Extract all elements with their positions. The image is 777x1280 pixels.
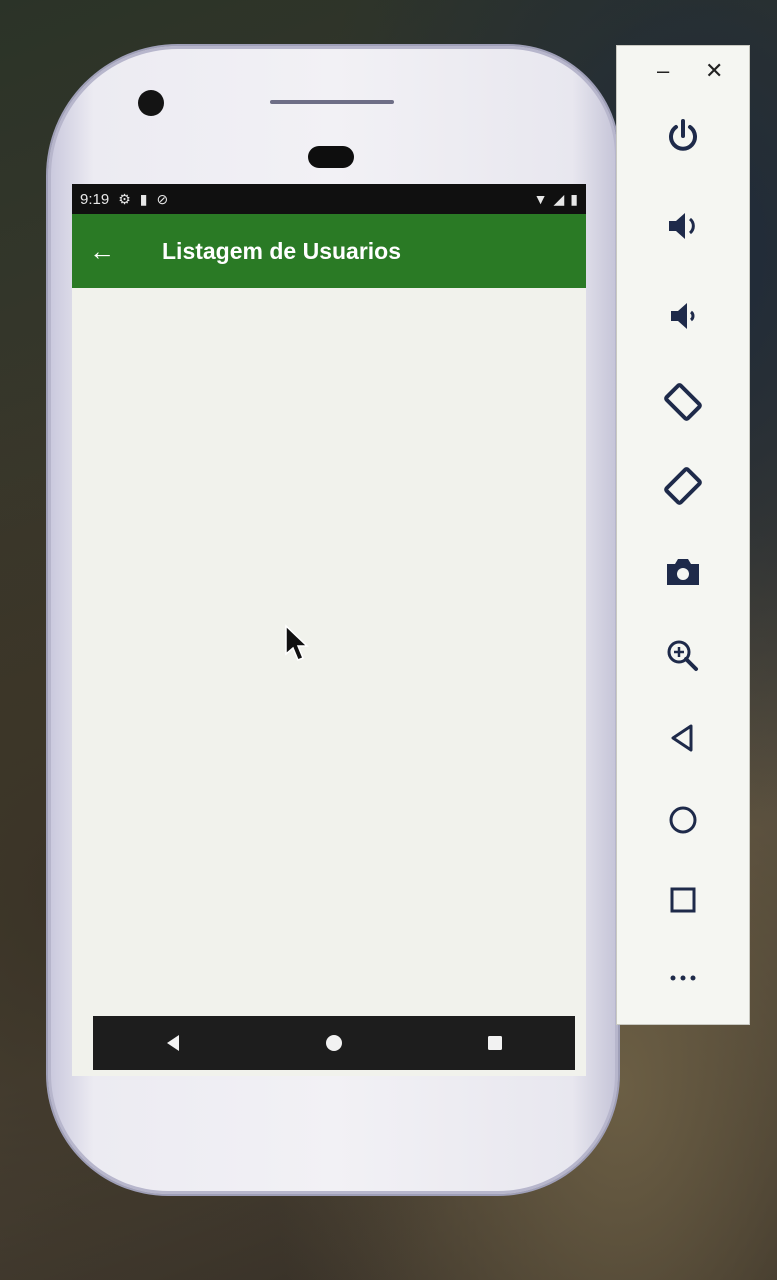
earpiece: [308, 146, 354, 168]
blocked-icon: ⊘: [156, 191, 169, 207]
speaker-grille: [270, 100, 394, 104]
status-bar: 9:19 ⚙ ▮ ⊘ ▼ ◢ ▮: [72, 184, 586, 214]
power-icon: [669, 119, 697, 151]
rotate-right-button[interactable]: [651, 458, 715, 514]
back-triangle-icon: [167, 1035, 180, 1051]
sd-card-icon: ▮: [139, 191, 148, 207]
nav-home-button[interactable]: [314, 1023, 354, 1063]
mouse-cursor-icon: [285, 624, 309, 661]
app-bar: ← Listagem de Usuarios: [72, 214, 586, 288]
user-list-area: [72, 288, 586, 1076]
arrow-back-icon: ←: [89, 235, 115, 266]
front-camera: [138, 90, 164, 116]
rotate-right-icon: [664, 467, 702, 505]
rotate-left-button[interactable]: [651, 374, 715, 430]
minimize-button[interactable]: –: [657, 58, 669, 84]
toolbar-overview-button[interactable]: [651, 872, 715, 928]
status-time: 9:19: [80, 190, 110, 208]
overview-icon: [670, 887, 696, 913]
nav-back-button[interactable]: [153, 1023, 193, 1063]
volume-up-button[interactable]: [651, 198, 715, 254]
emulator-phone-frame: 9:19 ⚙ ▮ ⊘ ▼ ◢ ▮ ← Listagem de Usuarios: [48, 46, 622, 1194]
close-button[interactable]: ✕: [705, 58, 723, 84]
volume-down-icon: [671, 303, 695, 329]
home-circle-icon: [325, 1035, 342, 1051]
toolbar-home-button[interactable]: [651, 792, 715, 848]
wifi-icon: ▼: [533, 191, 548, 207]
device-screen: 9:19 ⚙ ▮ ⊘ ▼ ◢ ▮ ← Listagem de Usuarios: [72, 184, 586, 1076]
rotate-left-icon: [664, 383, 702, 421]
emulator-toolbar: – ✕: [617, 46, 749, 1024]
more-button[interactable]: [651, 950, 715, 1006]
camera-icon: [667, 559, 699, 585]
signal-icon: ◢: [553, 191, 565, 207]
screenshot-button[interactable]: [651, 544, 715, 600]
home-icon: [669, 806, 697, 834]
nav-recents-button[interactable]: [475, 1023, 515, 1063]
volume-up-icon: [669, 213, 695, 239]
settings-icon: ⚙: [118, 191, 131, 207]
power-button[interactable]: [651, 108, 715, 164]
battery-icon: ▮: [570, 191, 578, 207]
page-title: Listagem de Usuarios: [162, 237, 402, 264]
back-icon: [671, 724, 693, 752]
android-nav-bar: [93, 1016, 575, 1070]
zoom-icon: [667, 640, 698, 671]
zoom-button[interactable]: [651, 628, 715, 684]
more-icon: [670, 975, 696, 981]
back-button[interactable]: ←: [72, 236, 132, 267]
toolbar-back-button[interactable]: [651, 710, 715, 766]
recents-square-icon: [487, 1036, 502, 1050]
volume-down-button[interactable]: [651, 288, 715, 344]
